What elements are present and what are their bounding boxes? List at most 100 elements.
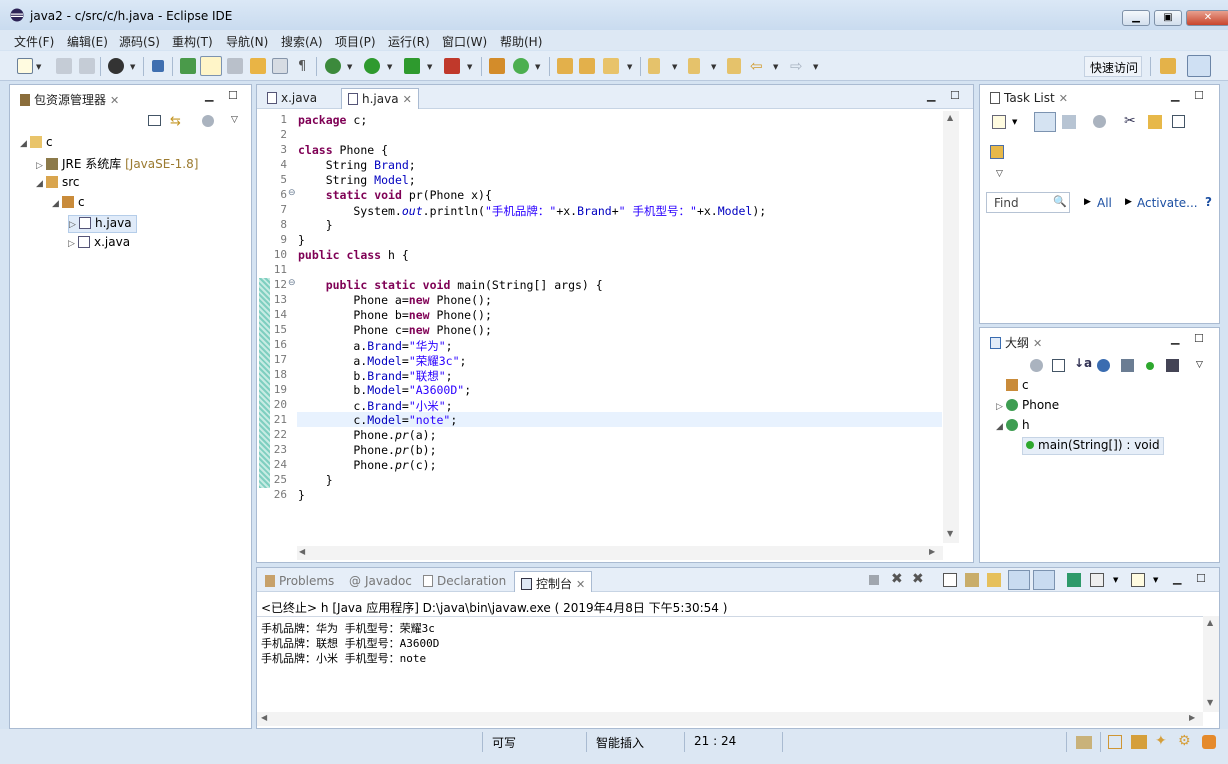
tab-console[interactable]: 控制台 ✕ [514, 571, 593, 592]
book-icon[interactable] [1108, 735, 1122, 749]
console-horizontal-scrollbar[interactable]: ◀ ▶ [257, 712, 1203, 726]
maximize-icon[interactable]: ☐ [1196, 572, 1206, 585]
debug-icon[interactable] [325, 58, 341, 74]
clear-console-icon[interactable] [943, 573, 957, 587]
code-line[interactable]: public static void main(String[] args) { [298, 278, 603, 293]
code-line[interactable]: c.Brand="小米"; [298, 398, 452, 413]
graduation-cap-icon[interactable] [1131, 735, 1147, 749]
task-repo-icon[interactable] [990, 145, 1004, 159]
activate-link[interactable]: Activate... [1137, 196, 1198, 210]
code-line[interactable]: package c; [298, 113, 367, 128]
tree-file-h[interactable]: ▷ h.java [68, 215, 137, 233]
minimize-icon[interactable]: ▁ [205, 89, 213, 102]
maximize-icon[interactable]: ☐ [1194, 89, 1204, 102]
find-input[interactable]: Find 🔍 [986, 192, 1070, 213]
code-line[interactable]: } [298, 218, 333, 233]
filter-icon[interactable] [202, 115, 214, 127]
external-tools-icon[interactable] [444, 58, 460, 74]
new-task-dropdown-icon[interactable]: ▼ [1012, 118, 1017, 126]
debug-dropdown-icon[interactable]: ▼ [347, 63, 352, 71]
persp-dropdown-icon[interactable]: ▼ [130, 63, 135, 71]
categorized-icon[interactable] [1034, 112, 1056, 132]
block-selection-icon[interactable] [227, 58, 243, 74]
code-line[interactable]: Phone.pr(a); [298, 428, 436, 443]
external-dropdown-icon[interactable]: ▼ [467, 63, 472, 71]
close-icon[interactable]: ✕ [1059, 92, 1068, 105]
prev-edit-icon[interactable] [688, 58, 700, 74]
new-task-icon[interactable] [992, 115, 1006, 129]
next-annotation-icon[interactable] [250, 58, 266, 74]
hide-fields-icon[interactable] [1097, 359, 1110, 372]
fold-icon[interactable]: ⊖ [288, 188, 296, 198]
forward-dropdown-icon[interactable]: ▼ [813, 63, 818, 71]
menu-edit[interactable]: 编辑(E) [67, 33, 108, 50]
code-line[interactable]: Phone c=new Phone(); [298, 323, 492, 338]
new-class-icon[interactable] [513, 58, 529, 74]
tree-src[interactable]: ◢ src [36, 175, 80, 193]
tree-project[interactable]: ◢ c [20, 135, 53, 153]
menu-search[interactable]: 搜索(A) [281, 33, 323, 50]
save-icon[interactable] [56, 58, 72, 74]
filter-icon[interactable] [1093, 115, 1106, 128]
menu-file[interactable]: 文件(F) [14, 33, 54, 50]
tab-problems[interactable]: Problems [259, 571, 340, 592]
fold-icon[interactable]: ⊖ [288, 278, 296, 288]
maximize-window-button[interactable]: ▣ [1154, 10, 1182, 26]
console-output[interactable]: 手机品牌：华为 手机型号：荣耀3c 手机品牌：联想 手机型号：A3600D 手机… [257, 616, 1203, 712]
quick-access-field[interactable]: 快速访问 [1084, 56, 1142, 77]
magic-wand-icon[interactable]: ✦ [1155, 733, 1167, 749]
display-console-dropdown-icon[interactable]: ▼ [1113, 576, 1118, 584]
open-console-dropdown-icon[interactable]: ▼ [1153, 576, 1158, 584]
menu-source[interactable]: 源码(S) [119, 33, 160, 50]
open-task-icon[interactable] [579, 58, 595, 74]
minimize-icon[interactable]: ▁ [1171, 89, 1179, 102]
prev-edit-dropdown-icon[interactable]: ▼ [711, 63, 716, 71]
collapse-all-icon[interactable] [148, 115, 161, 126]
view-menu-icon[interactable]: ▽ [1196, 360, 1203, 370]
code-line[interactable]: } [298, 233, 305, 248]
help-link[interactable]: ? [1205, 195, 1212, 209]
remove-all-icon[interactable]: ✖ [912, 571, 924, 587]
close-icon[interactable]: ✕ [110, 94, 119, 107]
terminate-icon[interactable] [869, 575, 879, 585]
code-line[interactable]: Phone b=new Phone(); [298, 308, 492, 323]
code-line[interactable]: class Phone { [298, 143, 388, 158]
code-line[interactable]: String Model; [298, 173, 416, 188]
hide-nonpublic-icon[interactable] [1146, 362, 1154, 370]
maximize-icon[interactable]: ☐ [950, 89, 960, 102]
skip-breakpoints-icon[interactable] [152, 60, 164, 72]
code-line[interactable]: } [298, 473, 333, 488]
focus-icon[interactable] [1148, 115, 1162, 129]
code-line[interactable]: a.Model="荣耀3c"; [298, 353, 466, 368]
show-stderr-icon[interactable] [1033, 570, 1055, 590]
code-line[interactable]: Phone a=new Phone(); [298, 293, 492, 308]
new-dropdown-icon[interactable]: ▼ [36, 63, 41, 71]
tab-task-list[interactable]: Task List ✕ [984, 88, 1074, 109]
save-all-icon[interactable] [79, 58, 95, 74]
tab-outline[interactable]: 大纲 ✕ [984, 331, 1048, 352]
code-line[interactable]: b.Brand="联想"; [298, 368, 452, 383]
open-type-icon[interactable] [180, 58, 196, 74]
java-perspective-icon[interactable] [1187, 55, 1211, 77]
show-whitespace-icon[interactable] [272, 58, 288, 74]
tree-file-x[interactable]: ▷ x.java [68, 235, 130, 253]
outline-item-package[interactable]: c [996, 378, 1029, 396]
run-icon[interactable] [364, 58, 380, 74]
search-icon[interactable] [603, 58, 619, 74]
back-icon[interactable]: ⇦ [750, 57, 763, 75]
remove-launch-icon[interactable]: ✖ [891, 571, 903, 587]
mark-occurrences-icon[interactable] [200, 56, 222, 76]
code-line[interactable]: Phone.pr(c); [298, 458, 436, 473]
filter-icon[interactable] [1030, 359, 1043, 372]
code-line[interactable]: String Brand; [298, 158, 416, 173]
minimize-icon[interactable]: ▁ [1173, 572, 1181, 585]
code-line[interactable]: b.Model="A3600D"; [298, 383, 471, 398]
tab-package-explorer[interactable]: 包资源管理器 ✕ [14, 88, 125, 109]
settings-icon[interactable]: ⚙ [1178, 733, 1191, 749]
pin-console-icon[interactable] [1067, 573, 1081, 587]
new-icon[interactable] [17, 58, 33, 74]
horizontal-scrollbar[interactable]: ◀ ▶ [297, 546, 943, 560]
close-window-button[interactable]: ✕ [1186, 10, 1228, 26]
search-dropdown-icon[interactable]: ▼ [627, 63, 632, 71]
maximize-icon[interactable]: ☐ [228, 89, 238, 102]
